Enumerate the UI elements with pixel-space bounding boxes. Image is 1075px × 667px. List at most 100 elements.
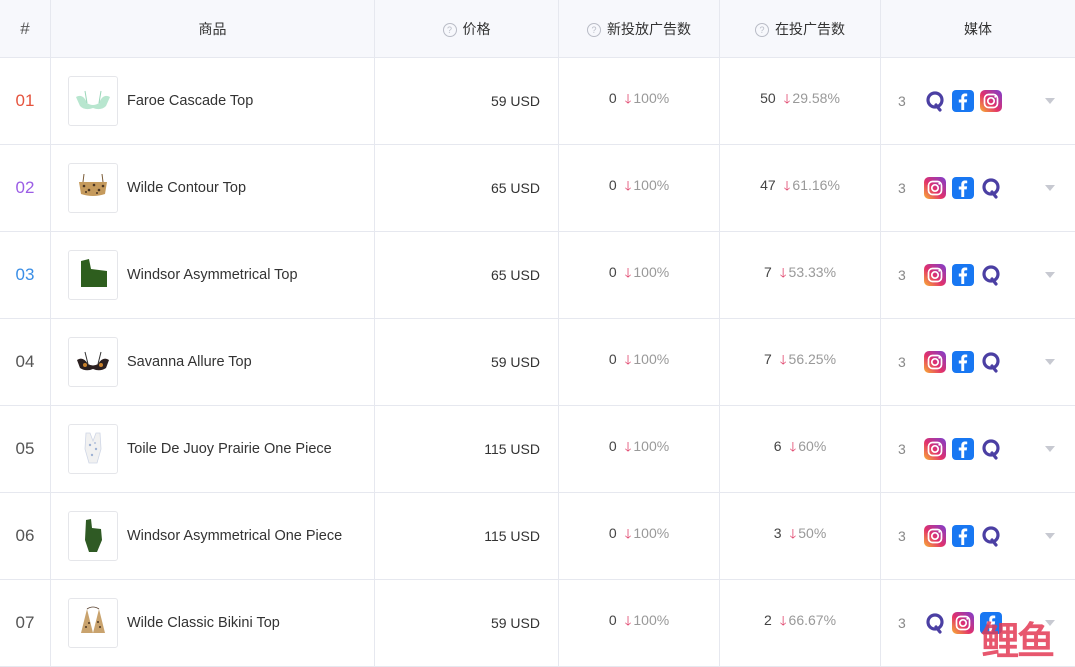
arrow-down-icon: 🡓 <box>783 178 791 193</box>
rank-number: 03 <box>15 265 35 284</box>
product-name[interactable]: Windsor Asymmetrical One Piece <box>127 528 342 544</box>
product-thumbnail[interactable] <box>68 163 118 213</box>
product-name[interactable]: Wilde Contour Top <box>127 180 246 196</box>
rank-number: 02 <box>15 178 35 197</box>
col-rank-header: # <box>0 0 51 58</box>
running-ads-cell: 6 🡓 60% <box>719 405 881 493</box>
price-cell: 65 USD <box>374 231 559 319</box>
rank-number: 05 <box>15 439 35 458</box>
quora-icon[interactable] <box>980 438 1002 460</box>
product-name[interactable]: Wilde Classic Bikini Top <box>127 615 280 631</box>
rank-cell: 02 <box>0 144 51 232</box>
expand-chevron-icon[interactable] <box>1045 98 1055 104</box>
table-row[interactable]: 06 Windsor Asymmetrical One Piece 115 US… <box>0 492 1075 580</box>
table-row[interactable]: 05 Toile De Juoy Prairie One Piece 115 U… <box>0 405 1075 493</box>
table-row[interactable]: 02 Wilde Contour Top 65 USD 0 🡓 100% 47 🡓 61… <box>0 144 1075 232</box>
facebook-icon[interactable] <box>951 177 974 199</box>
expand-chevron-icon[interactable] <box>1045 272 1055 278</box>
facebook-icon[interactable] <box>951 525 974 547</box>
new-ads-count: 0 <box>608 351 617 367</box>
new-ads-change: 100% <box>633 264 670 280</box>
help-icon[interactable]: ? <box>587 22 601 37</box>
instagram-icon[interactable] <box>951 612 974 634</box>
help-icon[interactable]: ? <box>755 22 769 37</box>
col-product-header: 商品 <box>50 0 375 58</box>
product-thumbnail[interactable] <box>68 424 118 474</box>
quora-icon[interactable] <box>980 264 1002 286</box>
arrow-down-icon: 🡓 <box>779 265 787 280</box>
product-name[interactable]: Faroe Cascade Top <box>127 93 253 109</box>
instagram-icon[interactable] <box>923 264 946 286</box>
media-count: 3 <box>898 441 906 457</box>
running-ads-cell: 47 🡓 61.16% <box>719 144 881 232</box>
quora-icon[interactable] <box>980 177 1002 199</box>
instagram-icon[interactable] <box>923 177 946 199</box>
instagram-icon[interactable] <box>923 438 946 460</box>
price-cell: 115 USD <box>374 492 559 580</box>
expand-chevron-icon[interactable] <box>1045 446 1055 452</box>
help-icon[interactable]: ? <box>442 22 457 37</box>
product-thumbnail[interactable] <box>68 511 118 561</box>
running-ads-count: 7 <box>763 264 772 280</box>
facebook-icon[interactable] <box>951 351 974 373</box>
running-ads-count: 3 <box>773 525 782 541</box>
product-cell[interactable]: Wilde Contour Top <box>50 144 375 232</box>
facebook-icon[interactable] <box>951 90 974 112</box>
quora-icon[interactable] <box>980 351 1002 373</box>
price-cell: 65 USD <box>374 144 559 232</box>
facebook-icon[interactable] <box>951 438 974 460</box>
col-new-ads-header[interactable]: ? 新投放广告数 <box>558 0 720 58</box>
rank-number: 01 <box>15 91 35 110</box>
price-cell: 115 USD <box>374 405 559 493</box>
product-thumbnail[interactable] <box>68 337 118 387</box>
rank-cell: 05 <box>0 405 51 493</box>
product-cell[interactable]: Windsor Asymmetrical One Piece <box>50 492 375 580</box>
price-value: 65 USD <box>490 180 540 196</box>
running-ads-change: 50% <box>798 525 827 541</box>
new-ads-change: 100% <box>633 612 670 628</box>
arrow-down-icon: 🡓 <box>624 439 632 454</box>
price-value: 65 USD <box>490 267 540 283</box>
expand-chevron-icon[interactable] <box>1045 359 1055 365</box>
expand-chevron-icon[interactable] <box>1045 533 1055 539</box>
media-count: 3 <box>898 267 906 283</box>
product-cell[interactable]: Faroe Cascade Top <box>50 57 375 145</box>
product-cell[interactable]: Wilde Classic Bikini Top <box>50 579 375 667</box>
facebook-icon[interactable] <box>951 264 974 286</box>
new-ads-cell: 0 🡓 100% <box>558 492 720 580</box>
expand-chevron-icon[interactable] <box>1045 185 1055 191</box>
table-row[interactable]: 07 Wilde Classic Bikini Top 59 USD 0 🡓 100… <box>0 579 1075 667</box>
new-ads-count: 0 <box>608 264 617 280</box>
product-thumbnail[interactable] <box>68 598 118 648</box>
arrow-down-icon: 🡓 <box>624 352 632 367</box>
media-count: 3 <box>898 180 906 196</box>
running-ads-count: 6 <box>773 438 782 454</box>
quora-icon[interactable] <box>980 525 1002 547</box>
instagram-icon[interactable] <box>979 90 1002 112</box>
product-name[interactable]: Windsor Asymmetrical Top <box>127 267 298 283</box>
instagram-icon[interactable] <box>923 525 946 547</box>
instagram-icon[interactable] <box>923 351 946 373</box>
col-price-header[interactable]: ? 价格 <box>374 0 559 58</box>
table-row[interactable]: 01 Faroe Cascade Top 59 USD 0 🡓 100% 50 🡓 29… <box>0 57 1075 145</box>
media-cell: 3 <box>880 57 1075 145</box>
product-thumbnail[interactable] <box>68 250 118 300</box>
running-ads-count: 47 <box>760 177 776 193</box>
product-cell[interactable]: Windsor Asymmetrical Top <box>50 231 375 319</box>
col-running-ads-header[interactable]: ? 在投广告数 <box>719 0 881 58</box>
running-ads-change: 56.25% <box>788 351 837 367</box>
product-cell[interactable]: Toile De Juoy Prairie One Piece <box>50 405 375 493</box>
product-thumbnail[interactable] <box>68 76 118 126</box>
product-cell[interactable]: Savanna Allure Top <box>50 318 375 406</box>
rank-number: 04 <box>15 352 35 371</box>
table-row[interactable]: 04 Savanna Allure Top 59 USD 0 🡓 100% 7 🡓 56… <box>0 318 1075 406</box>
quora-icon[interactable] <box>924 90 946 112</box>
price-value: 115 USD <box>484 441 540 457</box>
product-name[interactable]: Savanna Allure Top <box>127 354 252 370</box>
product-name[interactable]: Toile De Juoy Prairie One Piece <box>127 441 332 457</box>
table-row[interactable]: 03 Windsor Asymmetrical Top 65 USD 0 🡓 100… <box>0 231 1075 319</box>
new-ads-change: 100% <box>633 351 670 367</box>
media-cell: 3 <box>880 405 1075 493</box>
quora-icon[interactable] <box>924 612 946 634</box>
price-cell: 59 USD <box>374 57 559 145</box>
